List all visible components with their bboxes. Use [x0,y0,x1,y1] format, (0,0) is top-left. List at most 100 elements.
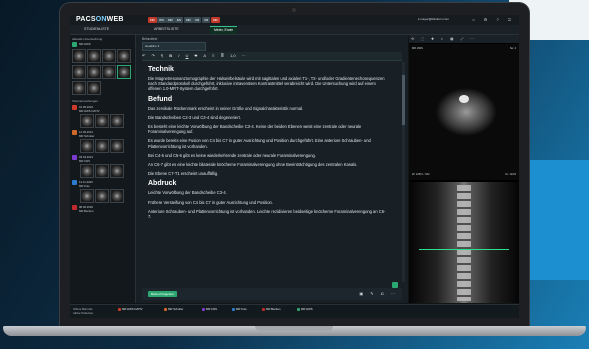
camera [292,8,296,12]
study-color-badge [72,105,77,110]
series-thumbnail[interactable] [95,189,109,203]
logo-text: PACS [76,16,96,23]
modality-pill[interactable]: MR [166,17,175,23]
italic-button[interactable]: I [178,52,179,60]
study-color-badge [72,180,77,185]
report-panel: Befundtext Headline 3 ↶ ↷ ¶ B I U S A ≡ … [136,35,408,303]
tab-bar: STUDIENLISTE ARBEITSLISTE Meier, Erwin [70,25,519,35]
heading-befund: Befund [148,95,173,103]
prior-study-item[interactable]: 08.06.2020 MR Becken [72,205,132,225]
series-thumbnail[interactable] [110,189,124,203]
series-thumbnail[interactable] [87,81,101,95]
app-screen: PACSONWEB MR WS MR ES MR CR XR MR k.maye… [70,15,519,318]
status-badge [72,42,77,47]
series-thumbnail[interactable] [80,189,94,203]
series-thumbnail[interactable] [102,49,116,63]
paragraph-befund: Die Bandscheiben C2-3 und C3-4 sind dege… [148,114,241,120]
active-patients-label[interactable]: Aktive Patienten [73,311,93,315]
line-spacing-select[interactable]: 1,0 [230,52,236,60]
modality-pill[interactable]: ES [175,17,184,23]
paragraph-abdruck: Frühere Versteifung von C4 bis C7 in gut… [148,199,273,205]
bottom-study-item[interactable]: MR Becken [260,307,282,312]
modality-pill[interactable]: MR [148,17,157,23]
bottom-study-item[interactable]: MR Schulter [162,307,185,312]
bottom-study-item[interactable]: MR LWS [200,307,219,312]
series-thumbnail[interactable] [110,139,124,153]
series-thumbnail[interactable] [102,65,116,79]
bottom-study-item[interactable]: MR Knie [230,307,249,312]
viewer-toolbar[interactable]: ⟲ ⬚ ✚ ◐ ▦ ⤢ ⋯ [409,35,519,43]
list-icon[interactable]: ≣ [221,52,224,60]
series-thumbnail[interactable] [72,65,86,79]
heading-technik: Technik [148,66,174,73]
paragraph-befund: Es wurde bereits eine Fusion von C4 bis … [148,138,371,149]
template-select[interactable]: Headline 3 [142,42,206,51]
modality-pill[interactable]: WS [157,17,166,23]
series-thumbnail[interactable] [95,139,109,153]
tab-studienliste[interactable]: STUDIENLISTE [80,26,113,33]
reference-line[interactable] [419,249,509,250]
bold-button[interactable]: B [169,52,172,60]
modality-pill[interactable]: MR [211,17,220,23]
series-thumbnail[interactable] [87,65,101,79]
bottom-study-item[interactable]: MR HWS NATIV [116,307,144,312]
modality-pill[interactable]: MR [184,17,193,23]
series-thumbnail[interactable] [80,139,94,153]
series-thumbnail[interactable] [110,164,124,178]
tab-arbeitsliste[interactable]: ARBEITSLISTE [150,26,183,33]
axial-mri-image[interactable] [409,44,519,180]
bottom-study-item[interactable]: MR HWS [295,307,315,312]
series-thumbnail[interactable] [72,49,86,63]
tab-patient[interactable]: Meier, Erwin [210,26,238,34]
modality-pill[interactable]: CR [193,17,202,23]
series-thumbnail[interactable] [80,114,94,128]
underline-button[interactable]: U [186,52,189,60]
bottom-bar: Offene Befunde Aktive Patienten MR HWS N… [70,304,519,318]
heading-abdruck: Abdruck [148,180,177,188]
undo-icon[interactable]: ↶ [142,52,145,60]
study-color-badge [72,130,77,135]
series-thumbnail[interactable] [87,49,101,63]
series-thumbnail[interactable] [95,114,109,128]
series-thumbnail[interactable] [117,65,131,79]
report-footer: Befund freigeben ▣ ✎ ⎌ ⋯ [142,288,402,300]
paragraph-technik: Die Magnetresonanztomographie der Halswi… [148,76,385,92]
series-thumbnail[interactable] [72,81,86,95]
study-color-dot [232,307,235,311]
series-thumbnail[interactable] [110,114,124,128]
study-color-badge [72,205,77,210]
paragraph-befund: Es besteht eine leichte Vorwölbung der B… [148,124,362,135]
paragraph-icon[interactable]: ¶ [161,52,163,60]
series-thumbnail[interactable] [95,164,109,178]
series-thumbnail[interactable] [80,164,94,178]
more-icon[interactable]: ⋯ [242,52,246,60]
release-report-button[interactable]: Befund freigeben [148,291,177,297]
app-logo: PACSONWEB [76,16,124,23]
study-color-dot [202,307,205,311]
report-section-label: Befundtext [142,37,158,41]
footer-icons[interactable]: ▣ ✎ ⎌ ⋯ [359,291,398,296]
bottom-study-label: MR LWS [206,307,217,311]
header-icons[interactable]: ⌂ ⚙ ? ⎋ [472,17,515,22]
bottom-left-labels: Offene Befunde Aktive Patienten [73,307,93,315]
report-editor[interactable]: Technik Die Magnetresonanztomographie de… [142,62,396,282]
paragraph-abdruck: Anteriore Schrauben- und Plattenvorricht… [148,208,386,220]
align-icon[interactable]: ≡ [212,52,214,60]
bottom-study-label: MR Becken [266,307,281,311]
paragraph-abdruck: Leichte Vorwölbung der Bandscheibe C3-4. [148,190,227,196]
modality-pill[interactable]: XR [202,17,211,23]
bottom-study-label: MR Knie [236,307,247,311]
image-viewer[interactable]: ⟲ ⬚ ✚ ◐ ▦ ⤢ ⋯ MR HWS Se: 4 W: 1250 L: 62… [409,35,519,303]
font-color-button[interactable]: A [203,52,206,60]
report-scrollbar-thumb[interactable] [402,75,405,125]
series-thumbnail[interactable] [117,49,131,63]
redo-icon[interactable]: ↷ [151,52,154,60]
logo-text-accent: ON [95,16,107,23]
bottom-study-label: MR HWS [301,307,313,311]
paragraph-befund: An C6-7 gibt es eine leichte bilaterale … [148,162,358,168]
paragraph-befund: Bei C4-5 und C5-6 gibt es keine wiederke… [148,152,316,158]
editor-toolbar: ↶ ↷ ¶ B I U S A ≡ ≣ 1,0 ⋯ [142,52,402,61]
user-email[interactable]: k.mayer@klinikum.com [418,17,449,21]
top-bar: PACSONWEB MR WS MR ES MR CR XR MR k.maye… [70,15,519,25]
strike-button[interactable]: S [195,52,198,60]
